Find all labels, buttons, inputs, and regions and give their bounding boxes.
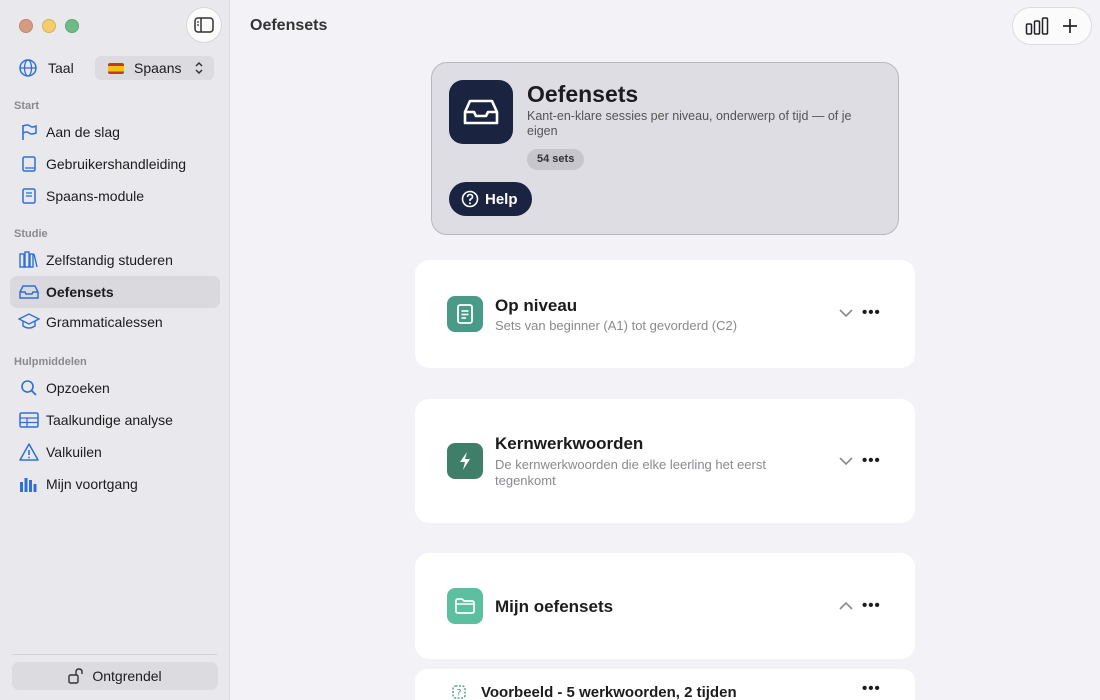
minimize-window-button[interactable]	[42, 19, 56, 33]
window-controls	[19, 19, 79, 33]
card-title: Mijn oefensets	[495, 597, 614, 616]
more-button[interactable]: •••	[862, 304, 881, 321]
toolbar-actions	[1012, 7, 1092, 45]
sidebar-item-aan-de-slag[interactable]: Aan de slag	[10, 116, 220, 148]
sidebar: Taal Spaans Start Aan de slag Gebruikers…	[0, 0, 230, 700]
hero-title: Oefensets	[527, 81, 639, 107]
card-subtitle: Sets van beginner (A1) tot gevorderd (C2…	[495, 318, 738, 333]
add-icon[interactable]	[1061, 17, 1079, 35]
sidebar-item-spaans-module[interactable]: Spaans-module	[10, 180, 220, 212]
card-subtitle: De kernwerkwoorden die elke leerling het…	[495, 457, 766, 488]
unlock-button[interactable]: Ontgrendel	[12, 662, 218, 690]
list-item-title: Voorbeeld - 5 werkwoorden, 2 tijden	[481, 684, 737, 700]
sidebar-item-label: Opzoeken	[46, 380, 110, 396]
sidebar-item-label: Aan de slag	[46, 124, 120, 140]
document-icon	[447, 296, 483, 332]
quiz-icon: ?	[452, 685, 466, 699]
section-study: Studie	[14, 228, 48, 240]
more-button[interactable]: •••	[862, 597, 881, 614]
sidebar-item-grammaticalessen[interactable]: Grammaticalessen	[10, 306, 220, 338]
sidebar-item-valkuilen[interactable]: Valkuilen	[10, 436, 220, 468]
unlock-icon	[68, 668, 84, 684]
sidebar-item-label: Valkuilen	[46, 444, 102, 460]
warning-icon	[18, 441, 40, 463]
language-label: Taal	[48, 60, 74, 76]
svg-text:?: ?	[457, 689, 462, 699]
sidebar-item-mijn-voortgang[interactable]: Mijn voortgang	[10, 468, 220, 500]
sidebar-divider	[12, 654, 217, 655]
chevron-down-icon[interactable]	[839, 456, 853, 466]
sidebar-item-opzoeken[interactable]: Opzoeken	[10, 372, 220, 404]
books-icon	[18, 249, 40, 271]
main-content: Oefensets Oefensets Kant-en-klare sessie…	[231, 0, 1100, 700]
stats-icon[interactable]	[1025, 17, 1049, 35]
sidebar-item-label: Oefensets	[46, 284, 114, 300]
hero-description: Kant-en-klare sessies per niveau, onderw…	[527, 109, 852, 138]
language-value: Spaans	[134, 60, 182, 76]
category-card-mijn-oefensets[interactable]: Mijn oefensets •••	[415, 553, 915, 659]
close-window-button[interactable]	[19, 19, 33, 33]
sidebar-item-label: Zelfstandig studeren	[46, 252, 173, 268]
sidebar-toggle-button[interactable]	[186, 7, 222, 43]
help-button[interactable]: Help	[449, 182, 532, 216]
more-button[interactable]: •••	[862, 452, 881, 469]
sidebar-item-taalkundige-analyse[interactable]: Taalkundige analyse	[10, 404, 220, 436]
globe-icon	[19, 59, 37, 77]
card-title: Op niveau	[495, 296, 578, 315]
help-icon	[461, 190, 479, 208]
tray-icon	[18, 281, 40, 303]
sidebar-item-label: Spaans-module	[46, 188, 145, 204]
sidebar-icon	[194, 17, 214, 33]
sidebar-item-label: Gebruikershandleiding	[46, 156, 187, 172]
hero-card: Oefensets Kant-en-klare sessies per nive…	[431, 62, 899, 235]
bolt-icon	[447, 443, 483, 479]
list-item[interactable]: ? Voorbeeld - 5 werkwoorden, 2 tijden ••…	[415, 669, 915, 700]
card-title: Kernwerkwoorden	[495, 434, 644, 453]
chevron-up-icon[interactable]	[839, 601, 853, 611]
zoom-window-button[interactable]	[65, 19, 79, 33]
language-row: Taal Spaans	[18, 56, 214, 80]
page-title: Oefensets	[250, 17, 328, 34]
sidebar-item-label: Taalkundige analyse	[46, 412, 173, 428]
bar-chart-icon	[18, 473, 40, 495]
section-tools: Hulpmiddelen	[14, 356, 87, 368]
unlock-label: Ontgrendel	[92, 668, 162, 684]
sets-count-badge: 54 sets	[527, 149, 585, 170]
language-select[interactable]: Spaans	[95, 56, 214, 80]
table-icon	[18, 409, 40, 431]
graduation-cap-icon	[18, 311, 40, 333]
help-label: Help	[485, 190, 518, 208]
notebook-icon	[18, 185, 40, 207]
sidebar-item-gebruikershandleiding[interactable]: Gebruikershandleiding	[10, 148, 220, 180]
sidebar-item-zelfstandig-studeren[interactable]: Zelfstandig studeren	[10, 244, 220, 276]
tray-icon	[449, 80, 513, 144]
chevron-down-icon[interactable]	[839, 308, 853, 318]
folder-icon	[447, 588, 483, 624]
sidebar-item-label: Grammaticalessen	[46, 314, 163, 330]
spain-flag-icon	[108, 62, 124, 74]
more-button[interactable]: •••	[862, 680, 881, 697]
section-start: Start	[14, 100, 40, 112]
category-card-kernwerkwoorden[interactable]: Kernwerkwoorden De kernwerkwoorden die e…	[415, 399, 915, 523]
search-icon	[18, 377, 40, 399]
book-icon	[18, 153, 40, 175]
chevron-updown-icon	[195, 61, 203, 75]
flag-icon	[18, 121, 40, 143]
sidebar-item-label: Mijn voortgang	[46, 476, 138, 492]
sidebar-item-oefensets[interactable]: Oefensets	[10, 276, 220, 308]
category-card-op-niveau[interactable]: Op niveau Sets van beginner (A1) tot gev…	[415, 260, 915, 368]
